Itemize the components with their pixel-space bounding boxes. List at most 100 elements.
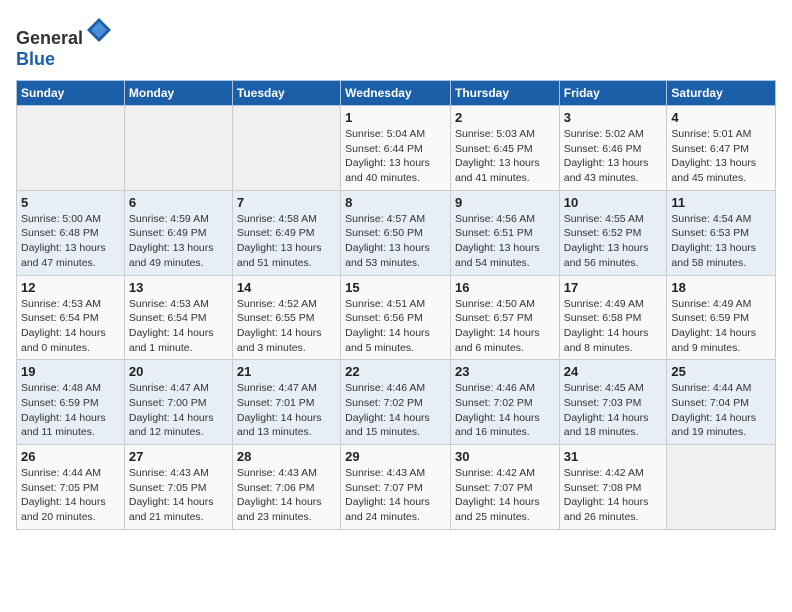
day-info: Sunrise: 4:44 AM Sunset: 7:04 PM Dayligh…: [671, 381, 771, 440]
day-info: Sunrise: 4:42 AM Sunset: 7:08 PM Dayligh…: [564, 466, 663, 525]
day-number: 2: [455, 110, 555, 125]
day-number: 12: [21, 280, 120, 295]
calendar-cell: [667, 445, 776, 530]
day-info: Sunrise: 4:59 AM Sunset: 6:49 PM Dayligh…: [129, 212, 228, 271]
day-number: 1: [345, 110, 446, 125]
calendar-cell: 27 Sunrise: 4:43 AM Sunset: 7:05 PM Dayli…: [124, 445, 232, 530]
logo-general-text: General: [16, 28, 83, 48]
day-number: 31: [564, 449, 663, 464]
day-number: 7: [237, 195, 336, 210]
calendar-cell: 31 Sunrise: 4:42 AM Sunset: 7:08 PM Dayli…: [559, 445, 667, 530]
day-info: Sunrise: 4:46 AM Sunset: 7:02 PM Dayligh…: [345, 381, 446, 440]
day-number: 4: [671, 110, 771, 125]
calendar-cell: [124, 106, 232, 191]
day-info: Sunrise: 4:54 AM Sunset: 6:53 PM Dayligh…: [671, 212, 771, 271]
day-info: Sunrise: 4:58 AM Sunset: 6:49 PM Dayligh…: [237, 212, 336, 271]
day-number: 14: [237, 280, 336, 295]
calendar-cell: 2 Sunrise: 5:03 AM Sunset: 6:45 PM Daylig…: [450, 106, 559, 191]
day-number: 30: [455, 449, 555, 464]
weekday-header-sunday: Sunday: [17, 81, 125, 106]
calendar-week-row: 12 Sunrise: 4:53 AM Sunset: 6:54 PM Dayli…: [17, 275, 776, 360]
logo-icon: [85, 16, 113, 44]
calendar-cell: 8 Sunrise: 4:57 AM Sunset: 6:50 PM Daylig…: [341, 190, 451, 275]
day-info: Sunrise: 4:43 AM Sunset: 7:06 PM Dayligh…: [237, 466, 336, 525]
calendar-cell: [17, 106, 125, 191]
page-header: General Blue: [16, 16, 776, 70]
day-info: Sunrise: 4:53 AM Sunset: 6:54 PM Dayligh…: [129, 297, 228, 356]
calendar-cell: 4 Sunrise: 5:01 AM Sunset: 6:47 PM Daylig…: [667, 106, 776, 191]
day-number: 23: [455, 364, 555, 379]
calendar-cell: 11 Sunrise: 4:54 AM Sunset: 6:53 PM Dayli…: [667, 190, 776, 275]
day-number: 25: [671, 364, 771, 379]
calendar-cell: 13 Sunrise: 4:53 AM Sunset: 6:54 PM Dayli…: [124, 275, 232, 360]
day-number: 26: [21, 449, 120, 464]
day-info: Sunrise: 4:57 AM Sunset: 6:50 PM Dayligh…: [345, 212, 446, 271]
day-info: Sunrise: 5:00 AM Sunset: 6:48 PM Dayligh…: [21, 212, 120, 271]
day-info: Sunrise: 4:52 AM Sunset: 6:55 PM Dayligh…: [237, 297, 336, 356]
calendar-week-row: 19Sunrise: 4:48 AM Sunset: 6:59 PM Dayli…: [17, 360, 776, 445]
day-number: 21: [237, 364, 336, 379]
weekday-header-tuesday: Tuesday: [232, 81, 340, 106]
day-info: Sunrise: 4:42 AM Sunset: 7:07 PM Dayligh…: [455, 466, 555, 525]
calendar-week-row: 26 Sunrise: 4:44 AM Sunset: 7:05 PM Dayli…: [17, 445, 776, 530]
calendar-cell: 28 Sunrise: 4:43 AM Sunset: 7:06 PM Dayli…: [232, 445, 340, 530]
calendar-cell: 7 Sunrise: 4:58 AM Sunset: 6:49 PM Daylig…: [232, 190, 340, 275]
weekday-header-thursday: Thursday: [450, 81, 559, 106]
weekday-header-friday: Friday: [559, 81, 667, 106]
calendar-cell: 1Sunrise: 5:04 AM Sunset: 6:44 PM Daylig…: [341, 106, 451, 191]
day-number: 20: [129, 364, 228, 379]
day-info: Sunrise: 5:02 AM Sunset: 6:46 PM Dayligh…: [564, 127, 663, 186]
day-info: Sunrise: 5:01 AM Sunset: 6:47 PM Dayligh…: [671, 127, 771, 186]
calendar-cell: 14 Sunrise: 4:52 AM Sunset: 6:55 PM Dayli…: [232, 275, 340, 360]
calendar-cell: 20 Sunrise: 4:47 AM Sunset: 7:00 PM Dayli…: [124, 360, 232, 445]
calendar-cell: 18 Sunrise: 4:49 AM Sunset: 6:59 PM Dayli…: [667, 275, 776, 360]
day-info: Sunrise: 4:45 AM Sunset: 7:03 PM Dayligh…: [564, 381, 663, 440]
day-info: Sunrise: 4:55 AM Sunset: 6:52 PM Dayligh…: [564, 212, 663, 271]
calendar-cell: 12 Sunrise: 4:53 AM Sunset: 6:54 PM Dayli…: [17, 275, 125, 360]
day-info: Sunrise: 4:53 AM Sunset: 6:54 PM Dayligh…: [21, 297, 120, 356]
day-number: 16: [455, 280, 555, 295]
day-info: Sunrise: 4:43 AM Sunset: 7:07 PM Dayligh…: [345, 466, 446, 525]
calendar-cell: [232, 106, 340, 191]
day-info: Sunrise: 4:56 AM Sunset: 6:51 PM Dayligh…: [455, 212, 555, 271]
day-info: Sunrise: 4:50 AM Sunset: 6:57 PM Dayligh…: [455, 297, 555, 356]
day-number: 28: [237, 449, 336, 464]
calendar-cell: 16 Sunrise: 4:50 AM Sunset: 6:57 PM Dayli…: [450, 275, 559, 360]
calendar-cell: 10 Sunrise: 4:55 AM Sunset: 6:52 PM Dayli…: [559, 190, 667, 275]
calendar-cell: 25 Sunrise: 4:44 AM Sunset: 7:04 PM Dayli…: [667, 360, 776, 445]
day-number: 27: [129, 449, 228, 464]
day-number: 15: [345, 280, 446, 295]
calendar-cell: 19Sunrise: 4:48 AM Sunset: 6:59 PM Dayli…: [17, 360, 125, 445]
day-info: Sunrise: 4:47 AM Sunset: 7:01 PM Dayligh…: [237, 381, 336, 440]
day-info: Sunrise: 4:46 AM Sunset: 7:02 PM Dayligh…: [455, 381, 555, 440]
day-number: 10: [564, 195, 663, 210]
day-number: 5: [21, 195, 120, 210]
calendar-cell: 6 Sunrise: 4:59 AM Sunset: 6:49 PM Daylig…: [124, 190, 232, 275]
logo: General Blue: [16, 16, 113, 70]
calendar-cell: 30 Sunrise: 4:42 AM Sunset: 7:07 PM Dayli…: [450, 445, 559, 530]
calendar-cell: 21 Sunrise: 4:47 AM Sunset: 7:01 PM Dayli…: [232, 360, 340, 445]
calendar-cell: 3Sunrise: 5:02 AM Sunset: 6:46 PM Daylig…: [559, 106, 667, 191]
day-number: 8: [345, 195, 446, 210]
calendar-cell: 9 Sunrise: 4:56 AM Sunset: 6:51 PM Daylig…: [450, 190, 559, 275]
day-info: Sunrise: 4:43 AM Sunset: 7:05 PM Dayligh…: [129, 466, 228, 525]
day-number: 18: [671, 280, 771, 295]
day-info: Sunrise: 4:47 AM Sunset: 7:00 PM Dayligh…: [129, 381, 228, 440]
day-number: 9: [455, 195, 555, 210]
calendar-cell: 5 Sunrise: 5:00 AM Sunset: 6:48 PM Daylig…: [17, 190, 125, 275]
day-number: 11: [671, 195, 771, 210]
weekday-header-saturday: Saturday: [667, 81, 776, 106]
day-info: Sunrise: 4:49 AM Sunset: 6:59 PM Dayligh…: [671, 297, 771, 356]
calendar-cell: 22Sunrise: 4:46 AM Sunset: 7:02 PM Dayli…: [341, 360, 451, 445]
day-number: 6: [129, 195, 228, 210]
day-number: 13: [129, 280, 228, 295]
weekday-header-wednesday: Wednesday: [341, 81, 451, 106]
day-info: Sunrise: 4:44 AM Sunset: 7:05 PM Dayligh…: [21, 466, 120, 525]
day-number: 19: [21, 364, 120, 379]
calendar-week-row: 5 Sunrise: 5:00 AM Sunset: 6:48 PM Daylig…: [17, 190, 776, 275]
calendar-cell: 24Sunrise: 4:45 AM Sunset: 7:03 PM Dayli…: [559, 360, 667, 445]
calendar-week-row: 1Sunrise: 5:04 AM Sunset: 6:44 PM Daylig…: [17, 106, 776, 191]
day-number: 29: [345, 449, 446, 464]
day-info: Sunrise: 5:03 AM Sunset: 6:45 PM Dayligh…: [455, 127, 555, 186]
day-info: Sunrise: 4:49 AM Sunset: 6:58 PM Dayligh…: [564, 297, 663, 356]
